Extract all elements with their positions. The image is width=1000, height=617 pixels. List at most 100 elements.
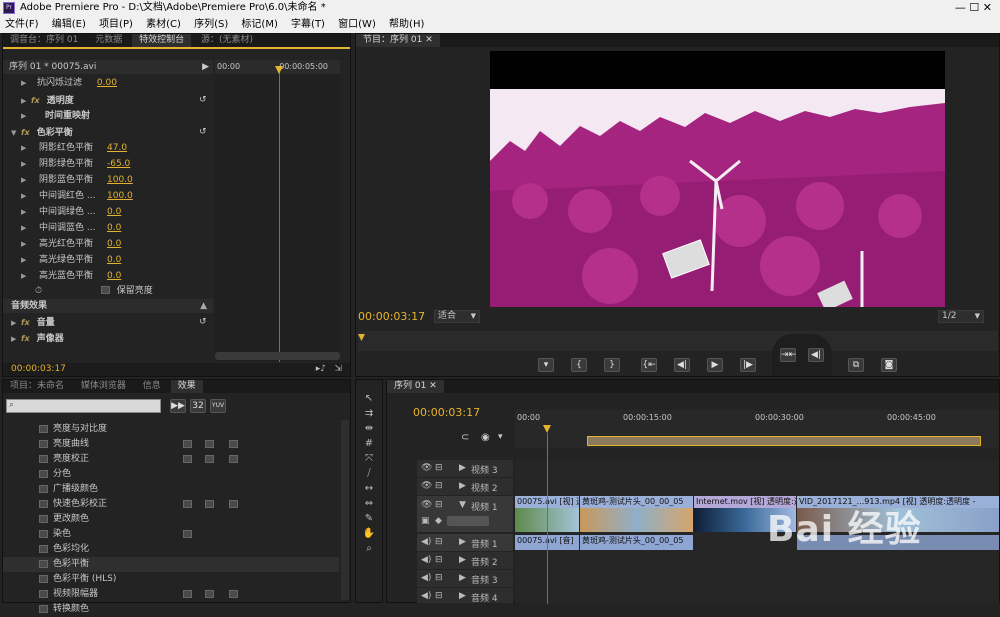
slip-tool-icon[interactable]: ↔: [362, 482, 376, 495]
video-clip[interactable]: 黄斑鸡-测试片头_00_00_05: [580, 496, 693, 532]
step-forward-button[interactable]: |▶: [740, 358, 756, 372]
hand-tool-icon[interactable]: ✋: [362, 527, 376, 540]
timeline-timecode[interactable]: 00:00:03:17: [413, 406, 480, 419]
32bit-effects-button[interactable]: 32: [190, 399, 206, 413]
program-video-frame[interactable]: [490, 51, 945, 307]
expand-icon[interactable]: ▶: [459, 591, 466, 601]
ec-value[interactable]: 0.0: [107, 271, 121, 281]
tab-media-browser[interactable]: 媒体浏览器: [74, 380, 133, 393]
play-button[interactable]: ▶: [707, 358, 723, 372]
menu-clip[interactable]: 素材(C): [141, 16, 186, 33]
effect-list-item[interactable]: 视频限幅器: [3, 587, 339, 602]
marker-dropdown-icon[interactable]: ▾: [498, 432, 503, 442]
keyframe-toggle-icon[interactable]: ⏱: [35, 286, 42, 296]
ec-timecode[interactable]: 00:00:03:17: [11, 364, 66, 374]
effect-list-item[interactable]: 色彩平衡 (HLS): [3, 572, 339, 587]
effect-list-item[interactable]: 更改颜色: [3, 512, 339, 527]
timeline-playhead-line[interactable]: [547, 433, 548, 604]
ec-value[interactable]: 0.00: [97, 78, 117, 88]
work-area-bar[interactable]: [587, 436, 981, 446]
menu-project[interactable]: 项目(P): [94, 16, 138, 33]
ec-value[interactable]: 0.0: [107, 223, 121, 233]
effect-list-item[interactable]: 亮度曲线: [3, 437, 339, 452]
tab-info[interactable]: 信息: [136, 380, 168, 393]
tab-metadata[interactable]: 元数据: [88, 34, 129, 47]
yuv-effects-button[interactable]: YUV: [210, 399, 226, 413]
effect-list-item[interactable]: 亮度校正: [3, 452, 339, 467]
program-timecode[interactable]: 00:00:03:17: [358, 310, 425, 323]
track-select-tool-icon[interactable]: ⇉: [362, 407, 376, 420]
reset-icon[interactable]: ↺: [199, 127, 207, 137]
eye-icon[interactable]: 👁: [421, 500, 432, 510]
checkbox[interactable]: [100, 286, 110, 294]
effect-list-item[interactable]: 分色: [3, 467, 339, 482]
timeline-ruler[interactable]: 00:00 00:00:15:00 00:00:30:00 00:00:45:0…: [515, 410, 999, 448]
expand-icon[interactable]: ▶: [459, 573, 466, 583]
speaker-icon[interactable]: ◀): [421, 537, 431, 547]
lock-icon[interactable]: ⊟: [435, 573, 443, 583]
effect-list-item[interactable]: 色彩平衡: [3, 557, 339, 572]
ripple-edit-tool-icon[interactable]: ⇹: [362, 422, 376, 435]
track-header-video-2[interactable]: 👁 ⊟ ▶ 视频 2: [417, 478, 513, 495]
reset-icon[interactable]: ↺: [199, 317, 207, 327]
track-header-audio-3[interactable]: ◀) ⊟ ▶ 音频 3: [417, 570, 513, 587]
menu-sequence[interactable]: 序列(S): [189, 16, 233, 33]
lock-icon[interactable]: ⊟: [435, 463, 443, 473]
accelerated-effects-button[interactable]: ▶▶: [170, 399, 186, 413]
effect-list-item[interactable]: 快速色彩校正: [3, 497, 339, 512]
effect-list-item[interactable]: 转换颜色: [3, 602, 339, 617]
ec-value[interactable]: 0.0: [107, 207, 121, 217]
menu-title[interactable]: 字幕(T): [286, 16, 330, 33]
effect-list-item[interactable]: 色彩均化: [3, 542, 339, 557]
lock-icon[interactable]: ⊟: [435, 500, 443, 510]
window-controls[interactable]: — ☐ ✕: [955, 1, 992, 14]
rate-stretch-tool-icon[interactable]: ⤧: [362, 452, 376, 465]
lock-icon[interactable]: ⊟: [435, 481, 443, 491]
tab-audio-mixer[interactable]: 调音台：序列 01: [3, 34, 85, 47]
menu-marker[interactable]: 标记(M): [236, 16, 282, 33]
keyframe-area[interactable]: [215, 74, 340, 362]
speaker-icon[interactable]: ◀): [421, 591, 431, 601]
mark-out-button[interactable]: }: [604, 358, 620, 372]
speaker-icon[interactable]: ◀): [421, 555, 431, 565]
extract-button[interactable]: ◀|: [808, 348, 824, 362]
lift-button[interactable]: ⇥⇤: [780, 348, 796, 362]
fit-dropdown[interactable]: 适合 ▼: [434, 310, 480, 323]
zoom-tool-icon[interactable]: ⌕: [362, 542, 376, 555]
track-header-audio-1[interactable]: ◀) ⊟ ▶ 音频 1: [417, 534, 513, 551]
menu-help[interactable]: 帮助(H): [384, 16, 429, 33]
loop-icon[interactable]: ▸♪: [316, 363, 326, 376]
step-back-button[interactable]: ◀|: [674, 358, 690, 372]
lock-icon[interactable]: ⊟: [435, 555, 443, 565]
tab-project[interactable]: 项目：未命名: [3, 380, 71, 393]
expand-icon[interactable]: ▶: [459, 555, 466, 565]
menu-edit[interactable]: 编辑(E): [47, 16, 91, 33]
expand-icon[interactable]: ▶: [459, 481, 466, 491]
effect-list-item[interactable]: 亮度与对比度: [3, 422, 339, 437]
effects-search-input[interactable]: ⌕: [6, 399, 161, 413]
ec-value[interactable]: 47.0: [107, 143, 127, 153]
track-header-video-3[interactable]: 👁 ⊟ ▶ 视频 3: [417, 460, 513, 477]
razor-tool-icon[interactable]: ⧸: [362, 467, 376, 480]
go-to-in-button[interactable]: {⇤: [641, 358, 657, 372]
speaker-icon[interactable]: ◀): [421, 573, 431, 583]
track-header-video-1[interactable]: 👁 ⊟ ▼ 视频 1 ▣ ◆: [417, 496, 513, 532]
mini-playhead[interactable]: [279, 67, 280, 362]
ec-value[interactable]: 0.0: [107, 255, 121, 265]
keyframe-icon[interactable]: ◆: [435, 516, 442, 526]
expand-icon[interactable]: ▶: [459, 537, 466, 547]
reset-icon[interactable]: ↺: [199, 95, 207, 105]
ec-value[interactable]: 100.0: [107, 191, 133, 201]
slide-tool-icon[interactable]: ⇔: [362, 497, 376, 510]
ec-value[interactable]: 0.0: [107, 239, 121, 249]
display-style-icon[interactable]: ▣: [421, 516, 430, 526]
export-icon[interactable]: ⇲: [334, 363, 342, 376]
ec-value[interactable]: -65.0: [107, 159, 130, 169]
pen-tool-icon[interactable]: ✎: [362, 512, 376, 525]
menu-file[interactable]: 文件(F): [0, 16, 44, 33]
track-header-audio-2[interactable]: ◀) ⊟ ▶ 音频 2: [417, 552, 513, 569]
rolling-edit-tool-icon[interactable]: #: [362, 437, 376, 450]
expand-icon[interactable]: ▶: [459, 463, 466, 473]
tab-effects[interactable]: 效果: [170, 380, 203, 393]
ec-value[interactable]: 100.0: [107, 175, 133, 185]
